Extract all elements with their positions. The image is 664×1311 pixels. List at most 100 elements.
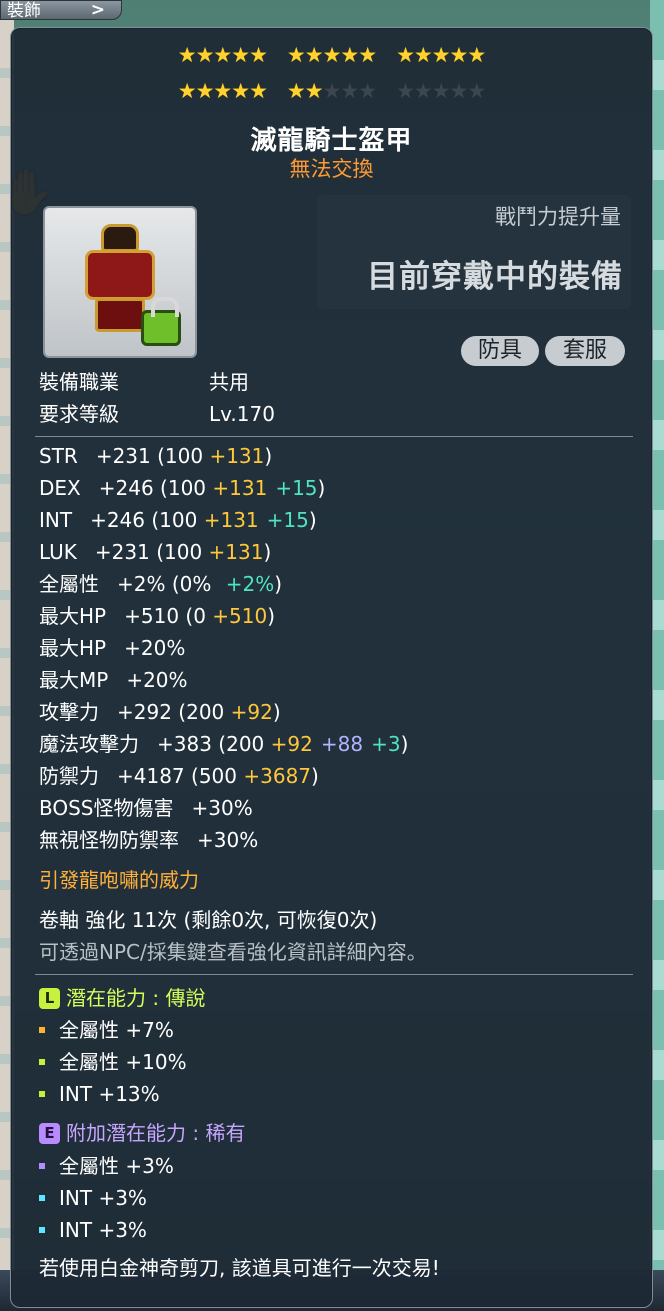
combat-power-label: 戰鬥力提升量 [495, 205, 621, 229]
set-effect: 引發龍咆嘯的威力 [39, 868, 199, 892]
item-name: 滅龍騎士盔甲 [250, 126, 413, 156]
stat-val: +4187 [117, 764, 185, 788]
stat-open: (100 [153, 476, 213, 500]
stat-lbl: 最大HP [39, 604, 107, 628]
potential-line: INT +13% [39, 1080, 160, 1108]
stat-row: 全屬性 +2% (0% +2%) [39, 570, 282, 598]
stat-close: ) [274, 572, 283, 596]
bullet-icon [39, 1163, 45, 1169]
potential-line: 全屬性 +7% [39, 1016, 174, 1044]
stat-close: ) [400, 732, 409, 756]
stat-lbl: 攻擊力 [39, 700, 99, 724]
trade-restriction: 無法交換 [289, 157, 374, 181]
requirement-row: 裝備職業 共用 [39, 370, 249, 394]
stat-row: DEX +246 (100 +131 +15) [39, 474, 325, 502]
chevron-right-icon[interactable]: > [91, 0, 105, 20]
stat-row: 防禦力 +4187 (500 +3687) [39, 762, 319, 790]
stat-val: +30% [191, 796, 253, 820]
stat-close: ) [308, 508, 317, 532]
star-group: ★★★★★ [177, 79, 268, 103]
stat-open: (200 [171, 700, 231, 724]
epic-grade-icon: E [39, 1123, 60, 1144]
stat-b1: +92 [230, 700, 273, 724]
stat-val: +30% [197, 828, 259, 852]
stat-close: ) [264, 444, 273, 468]
potential-line: 全屬性 +10% [39, 1048, 187, 1076]
stat-b3: +15 [275, 476, 318, 500]
stat-lbl: BOSS怪物傷害 [39, 796, 174, 820]
stat-lbl: LUK [39, 540, 77, 564]
bullet-icon [39, 1059, 45, 1065]
additional-potential-line: 全屬性 +3% [39, 1152, 174, 1180]
stat-open: (100 [145, 508, 204, 532]
star-group: ★★★★★ [177, 43, 268, 67]
stat-lbl: INT [39, 508, 73, 532]
divider [35, 436, 633, 437]
stat-row: 攻擊力 +292 (200 +92) [39, 698, 281, 726]
item-tooltip: ★★★★★ ★★★★★ ★★★★★ ★★★★★ ★★★★★ ★★★★★ 滅龍騎士盔甲 無… [10, 27, 653, 1308]
star-force-row-1: ★★★★★ ★★★★★ ★★★★★ [11, 44, 652, 66]
stat-row: 最大HP +510 (0 +510) [39, 602, 275, 630]
stat-b1: +131 [203, 508, 259, 532]
stat-val: +292 [117, 700, 172, 724]
stat-val: +2% [117, 572, 166, 596]
stat-open: (100 [149, 540, 209, 564]
stat-close: ) [311, 764, 319, 788]
scroll-info: 卷軸 強化 11次 (剩餘0次, 可恢復0次) [39, 908, 378, 932]
stat-row: 最大HP +20% [39, 634, 185, 662]
bullet-icon [39, 1027, 45, 1033]
stat-lbl: DEX [39, 476, 81, 500]
stat-row: 魔法攻擊力 +383 (200 +92 +88 +3) [39, 730, 408, 758]
bullet-icon [39, 1195, 45, 1201]
bullet-icon [39, 1227, 45, 1233]
stat-val: +20% [124, 636, 186, 660]
stat-lbl: 全屬性 [39, 572, 99, 596]
stat-row: INT +246 (100 +131 +15) [39, 506, 317, 534]
stat-close: ) [263, 540, 272, 564]
combat-power-box: 戰鬥力提升量 目前穿戴中的裝備 [317, 195, 631, 309]
tab-label: 裝飾 [7, 1, 41, 21]
star-group: ★★★★★ [286, 43, 377, 67]
stat-lbl: 最大HP [39, 636, 107, 660]
stat-b1: +131 [208, 540, 264, 564]
stat-val: +231 [94, 540, 150, 564]
stat-open: (500 [184, 764, 244, 788]
stat-val: +246 [90, 508, 146, 532]
stat-b2: +88 [320, 732, 364, 756]
stat-lbl: 無視怪物防禦率 [39, 828, 179, 852]
stat-open: (200 [211, 732, 271, 756]
stat-b3: +2% [225, 572, 275, 596]
stat-open: (0 [179, 604, 213, 628]
stat-b3: +15 [266, 508, 309, 532]
requirement-row: 要求等級 Lv.170 [39, 402, 275, 426]
additional-potential-title: E 附加潛在能力 : 稀有 [39, 1119, 245, 1147]
star-group: ★★★★★ [396, 43, 486, 67]
stat-open: (0% [165, 572, 218, 596]
stat-row: 最大MP +20% [39, 666, 188, 694]
stat-close: ) [317, 476, 326, 500]
stat-b1: +510 [212, 604, 268, 628]
stat-val: +383 [157, 732, 212, 756]
stat-b1: +131 [212, 476, 268, 500]
additional-potential-line: INT +3% [39, 1184, 147, 1212]
npc-hint: 可透過NPC/採集鍵查看強化資訊詳細內容。 [39, 940, 427, 964]
combat-power-value: 目前穿戴中的裝備 [367, 259, 623, 295]
stat-lbl: STR [39, 444, 78, 468]
stat-b3: +3 [371, 732, 401, 756]
stat-lbl: 最大MP [39, 668, 109, 692]
footer-note: 若使用白金神奇剪刀, 該道具可進行一次交易! [39, 1256, 440, 1280]
stat-b1: +92 [270, 732, 313, 756]
star-group: ★★★★★ [396, 79, 486, 103]
tag-set: 套服 [545, 336, 625, 366]
stat-close: ) [272, 700, 281, 724]
stat-row: LUK +231 (100 +131) [39, 538, 271, 566]
stat-val: +246 [98, 476, 154, 500]
stat-open: (100 [150, 444, 210, 468]
item-icon-frame [43, 206, 197, 358]
equipment-decoration-tab[interactable]: 裝飾 > [0, 0, 122, 21]
lock-icon [141, 297, 181, 346]
divider [35, 974, 633, 975]
stat-row: STR +231 (100 +131) [39, 442, 272, 470]
stat-lbl: 防禦力 [39, 764, 99, 788]
potential-title: L 潛在能力 : 傳說 [39, 984, 205, 1012]
